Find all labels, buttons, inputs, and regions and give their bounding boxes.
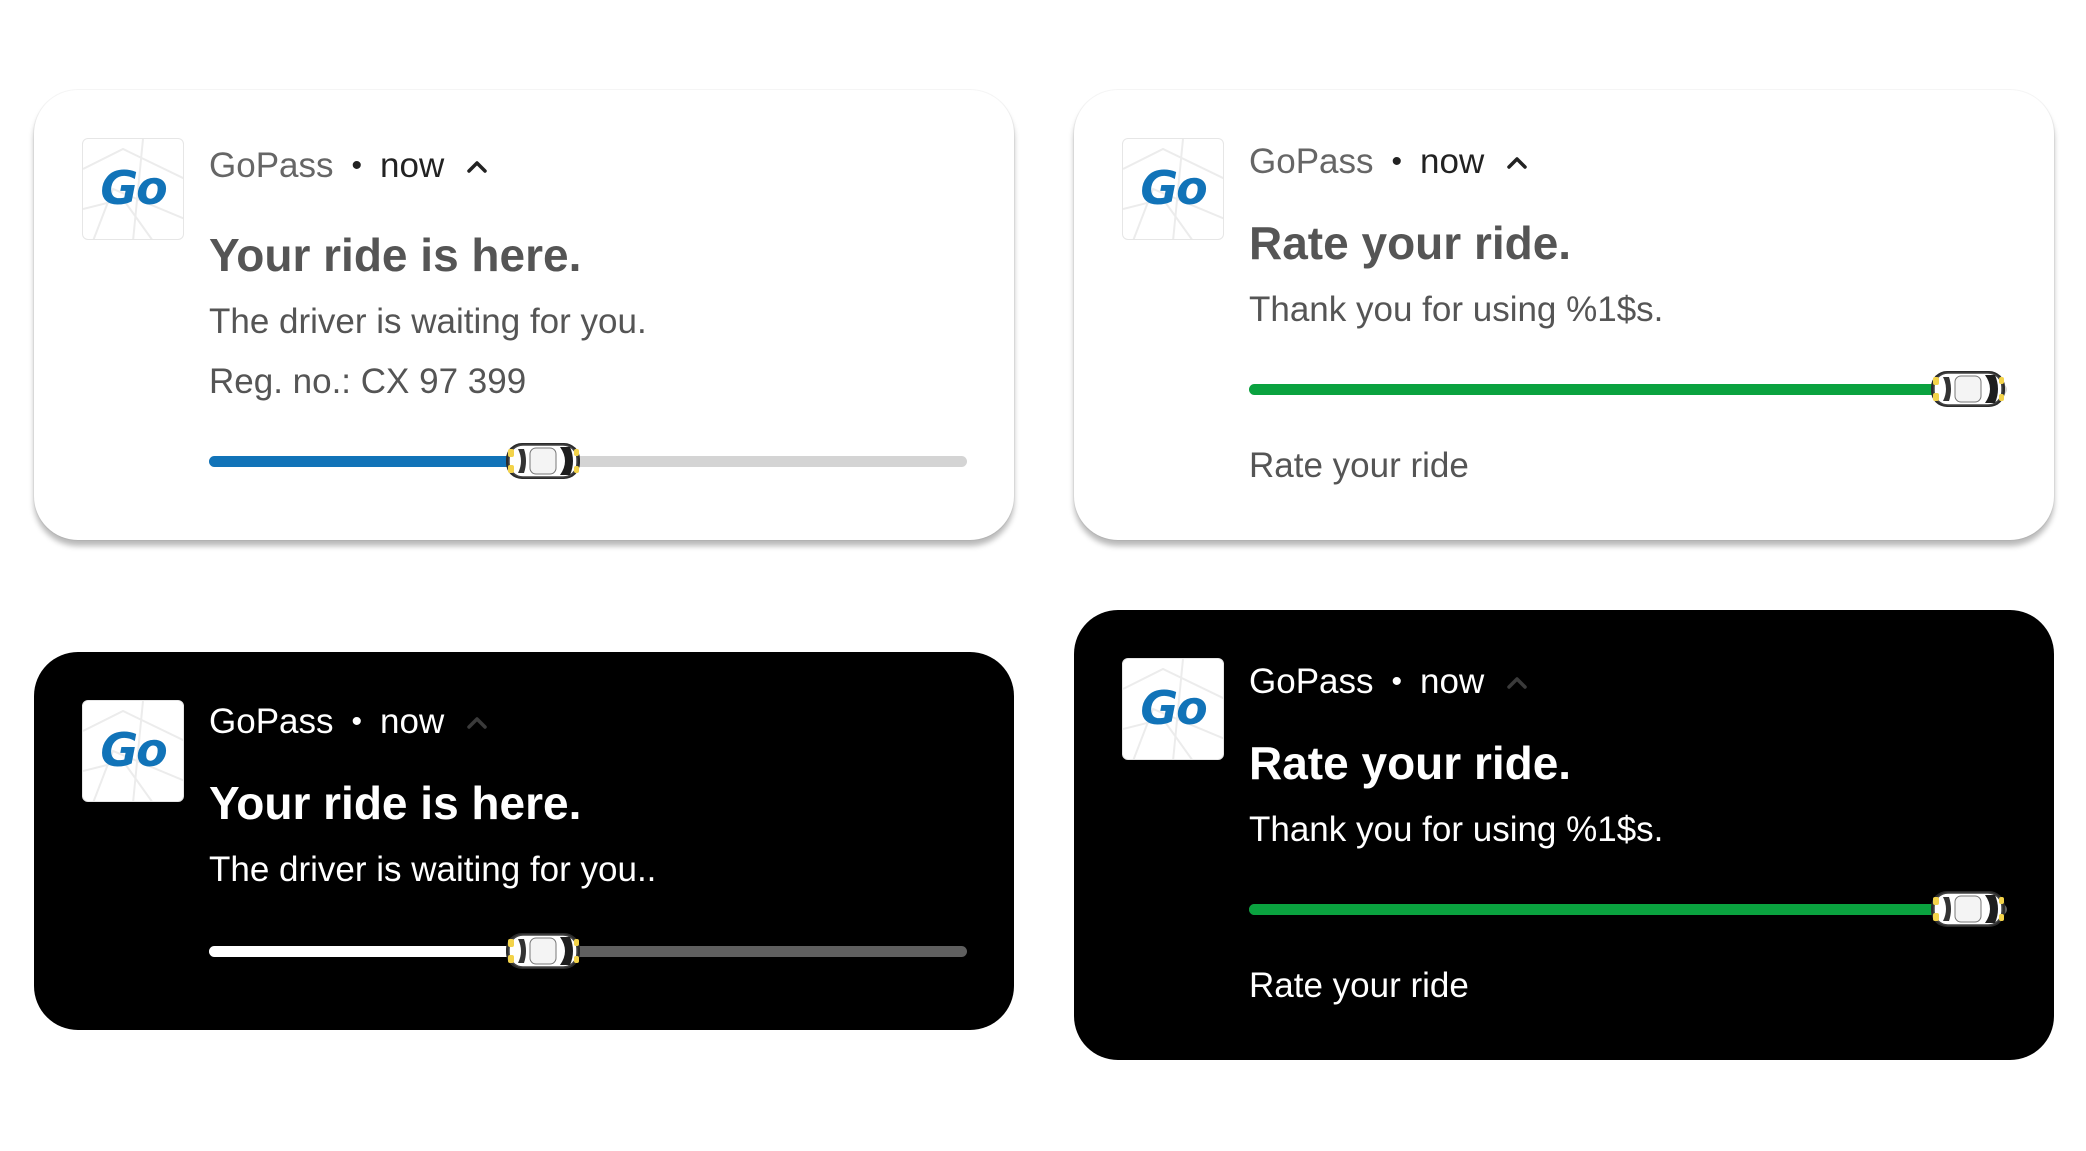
app-icon-text: Go xyxy=(1140,681,1207,735)
app-icon-text: Go xyxy=(1140,161,1207,215)
timestamp: now xyxy=(1420,141,1485,181)
car-icon xyxy=(504,439,582,483)
app-name: GoPass xyxy=(209,145,334,185)
chevron-up-icon[interactable] xyxy=(1504,672,1530,692)
chevron-up-icon[interactable] xyxy=(464,156,490,176)
notification-rate-ride-light[interactable]: Go GoPass • now Rate your ride. Thank you … xyxy=(1074,90,2054,540)
notification-title: Your ride is here. xyxy=(209,777,582,829)
gopass-logo-icon: Go xyxy=(1122,658,1224,760)
registration-number: Reg. no.: CX 97 399 xyxy=(209,362,527,401)
gopass-logo-icon: Go xyxy=(82,700,184,802)
gopass-logo-icon: Go xyxy=(1122,138,1224,240)
header-separator: • xyxy=(351,704,363,738)
ride-progress-fill xyxy=(209,946,543,957)
notification-header: GoPass • now xyxy=(1249,660,1530,710)
header-separator: • xyxy=(1391,144,1403,178)
app-name: GoPass xyxy=(1249,141,1374,181)
notification-title: Rate your ride. xyxy=(1249,217,1572,269)
notification-title: Rate your ride. xyxy=(1249,737,1572,789)
timestamp: now xyxy=(380,701,445,741)
rate-ride-action[interactable]: Rate your ride xyxy=(1249,446,1469,486)
ride-progress-fill xyxy=(209,456,543,467)
app-icon-text: Go xyxy=(100,723,167,777)
notification-ride-here-dark[interactable]: Go GoPass • now Your ride is here. The dri… xyxy=(34,652,1014,1030)
notification-header: GoPass • now xyxy=(1249,140,1530,190)
notification-title: Your ride is here. xyxy=(209,229,582,281)
notification-body: The driver is waiting for you. xyxy=(209,302,647,341)
chevron-up-icon[interactable] xyxy=(464,712,490,732)
notification-rate-ride-dark[interactable]: Go GoPass • now Rate your ride. Thank you … xyxy=(1074,610,2054,1060)
ride-progress-bar xyxy=(209,946,967,957)
ride-progress-fill xyxy=(1249,904,1968,915)
header-separator: • xyxy=(1391,664,1403,698)
app-icon-text: Go xyxy=(100,161,167,215)
car-icon xyxy=(504,929,582,973)
ride-progress-fill xyxy=(1249,384,1968,395)
notification-body: Thank you for using %1$s. xyxy=(1249,810,1664,849)
notification-header: GoPass • now xyxy=(209,144,490,194)
notification-body: Thank you for using %1$s. xyxy=(1249,290,1664,329)
car-icon xyxy=(1929,887,2007,931)
ride-progress-bar xyxy=(1249,384,2007,395)
notification-header: GoPass • now xyxy=(209,700,490,750)
ride-progress-bar xyxy=(1249,904,2007,915)
notification-body: The driver is waiting for you.. xyxy=(209,850,657,889)
ride-progress-bar xyxy=(209,456,967,467)
timestamp: now xyxy=(1420,661,1485,701)
car-icon xyxy=(1929,367,2007,411)
app-name: GoPass xyxy=(1249,661,1374,701)
gopass-logo-icon: Go xyxy=(82,138,184,240)
chevron-up-icon[interactable] xyxy=(1504,152,1530,172)
header-separator: • xyxy=(351,148,363,182)
app-name: GoPass xyxy=(209,701,334,741)
rate-ride-action[interactable]: Rate your ride xyxy=(1249,966,1469,1006)
timestamp: now xyxy=(380,145,445,185)
notification-ride-here-light[interactable]: Go GoPass • now Your ride is here. The dri… xyxy=(34,90,1014,540)
